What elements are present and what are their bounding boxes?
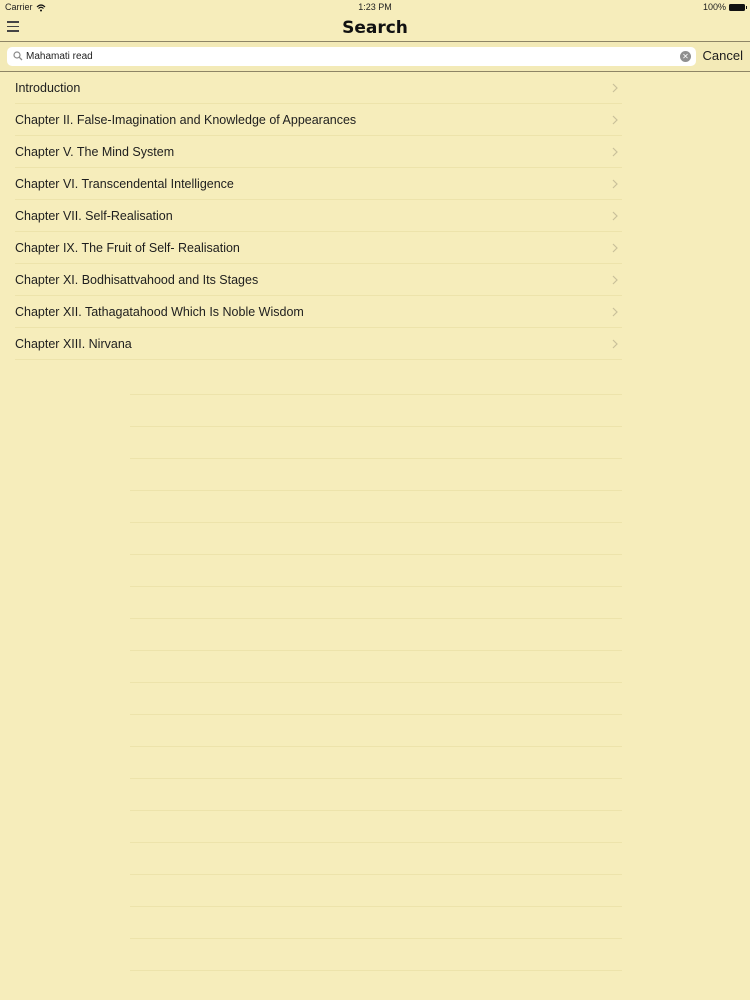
battery-percent: 100% <box>702 2 726 12</box>
result-label: Chapter VI. Transcendental Intelligence <box>15 177 234 191</box>
result-item-chapter-6[interactable]: Chapter VI. Transcendental Intelligence <box>0 168 750 200</box>
status-bar: Carrier 1:23 PM 100% <box>0 0 750 15</box>
chevron-right-icon <box>612 83 618 93</box>
nav-bar: Search <box>0 15 750 41</box>
result-label: Chapter IX. The Fruit of Self- Realisati… <box>15 241 240 255</box>
row-separator <box>130 458 622 459</box>
row-separator <box>130 970 622 971</box>
chevron-right-icon <box>612 307 618 317</box>
row-separator <box>130 554 622 555</box>
result-label: Chapter XI. Bodhisattvahood and Its Stag… <box>15 273 259 287</box>
clear-icon[interactable]: ✕ <box>680 51 691 62</box>
row-separator <box>130 746 622 747</box>
result-label: Chapter II. False-Imagination and Knowle… <box>15 113 357 127</box>
status-time: 1:23 PM <box>358 2 392 12</box>
result-item-chapter-9[interactable]: Chapter IX. The Fruit of Self- Realisati… <box>0 232 750 264</box>
result-label: Introduction <box>15 81 81 95</box>
search-icon <box>13 51 23 61</box>
result-label: Chapter XII. Tathagatahood Which Is Nobl… <box>15 305 304 319</box>
search-input[interactable] <box>26 47 666 66</box>
chevron-right-icon <box>612 243 618 253</box>
result-item-chapter-7[interactable]: Chapter VII. Self-Realisation <box>0 200 750 232</box>
chevron-right-icon <box>612 211 618 221</box>
row-separator <box>130 426 622 427</box>
battery-status: 100% <box>702 0 747 15</box>
row-separator <box>130 394 622 395</box>
result-label: Chapter XIII. Nirvana <box>15 337 132 351</box>
row-separator <box>130 874 622 875</box>
result-item-chapter-5[interactable]: Chapter V. The Mind System <box>0 136 750 168</box>
search-bar: ✕ Cancel <box>0 41 750 72</box>
chevron-right-icon <box>612 115 618 125</box>
row-separator <box>130 810 622 811</box>
result-item-chapter-2[interactable]: Chapter II. False-Imagination and Knowle… <box>0 104 750 136</box>
result-item-chapter-13[interactable]: Chapter XIII. Nirvana <box>0 328 750 360</box>
row-separator <box>130 522 622 523</box>
row-separator <box>130 714 622 715</box>
search-results-list: Introduction Chapter II. False-Imaginati… <box>0 72 750 360</box>
row-separator <box>130 650 622 651</box>
row-separator <box>130 586 622 587</box>
row-separator <box>130 842 622 843</box>
row-separator <box>130 778 622 779</box>
row-separator <box>130 906 622 907</box>
result-item-chapter-12[interactable]: Chapter XII. Tathagatahood Which Is Nobl… <box>0 296 750 328</box>
result-label: Chapter VII. Self-Realisation <box>15 209 173 223</box>
row-separator <box>130 682 622 683</box>
chevron-right-icon <box>612 275 618 285</box>
chevron-right-icon <box>612 339 618 349</box>
row-separator <box>130 490 622 491</box>
chevron-right-icon <box>612 147 618 157</box>
row-separator <box>130 618 622 619</box>
result-label: Chapter V. The Mind System <box>15 145 175 159</box>
result-item-chapter-11[interactable]: Chapter XI. Bodhisattvahood and Its Stag… <box>0 264 750 296</box>
battery-icon <box>729 4 747 11</box>
row-separator <box>130 938 622 939</box>
result-item-introduction[interactable]: Introduction <box>0 72 750 104</box>
chevron-right-icon <box>612 179 618 189</box>
search-field[interactable]: ✕ <box>7 47 696 66</box>
cancel-button[interactable]: Cancel <box>703 48 743 63</box>
page-title: Search <box>342 18 408 38</box>
